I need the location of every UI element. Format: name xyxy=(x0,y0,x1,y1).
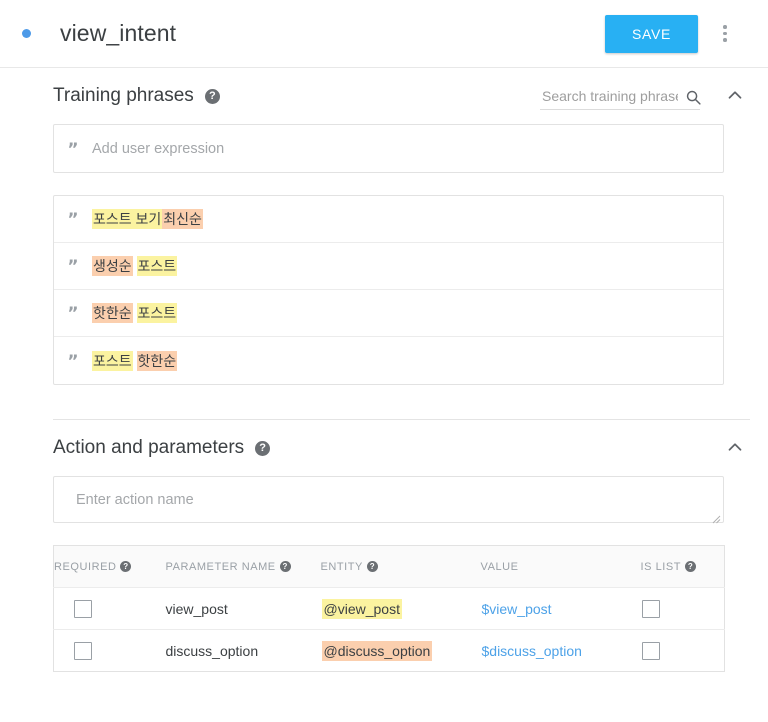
intent-header: view_intent SAVE xyxy=(0,0,768,68)
annotated-entity-token: 핫한순 xyxy=(92,303,133,323)
help-icon[interactable]: ? xyxy=(280,561,291,572)
training-phrase-text: 핫한순 포스트 xyxy=(92,303,177,323)
entity-token: @view_post xyxy=(322,599,402,619)
column-header-required: REQUIRED? xyxy=(54,546,166,588)
more-options-icon[interactable] xyxy=(708,15,742,53)
table-row[interactable]: discuss_option@discuss_option $discuss_op… xyxy=(54,630,725,672)
phrase-token xyxy=(133,305,137,321)
value-cell[interactable]: $discuss_option xyxy=(481,630,641,672)
collapse-action-parameters-icon[interactable] xyxy=(722,434,748,460)
column-header-is-list: IS LIST? xyxy=(641,546,725,588)
training-phrases-header-tools xyxy=(540,82,748,110)
help-icon[interactable]: ? xyxy=(367,561,378,572)
entity-token: @discuss_option xyxy=(322,641,433,661)
annotated-entity-token: 최신순 xyxy=(162,209,203,229)
action-parameters-header: Action and parameters ? xyxy=(0,420,768,476)
is-list-checkbox[interactable] xyxy=(642,600,660,618)
quote-icon: ” xyxy=(54,256,92,276)
help-icon[interactable]: ? xyxy=(255,441,270,456)
quote-icon: ” xyxy=(54,209,92,229)
column-header-entity: ENTITY? xyxy=(321,546,481,588)
column-header-label: ENTITY xyxy=(321,561,363,573)
value-link[interactable]: $view_post xyxy=(482,601,552,617)
quote-icon: ” xyxy=(54,351,92,371)
action-name-box[interactable] xyxy=(53,476,724,523)
table-header-row: REQUIRED?PARAMETER NAME?ENTITY?VALUEIS L… xyxy=(54,546,725,588)
value-cell[interactable]: $view_post xyxy=(481,588,641,630)
annotated-entity-token: 생성순 xyxy=(92,256,133,276)
kebab-dot xyxy=(723,25,727,29)
add-user-expression-row[interactable]: ” Add user expression xyxy=(54,125,723,172)
phrase-token xyxy=(133,353,137,369)
is-list-cell xyxy=(641,588,725,630)
action-parameters-title: Action and parameters xyxy=(53,437,244,459)
required-cell xyxy=(54,588,166,630)
search-icon[interactable] xyxy=(685,89,702,106)
required-checkbox[interactable] xyxy=(74,600,92,618)
parameter-name-cell[interactable]: view_post xyxy=(166,588,321,630)
parameters-table: REQUIRED?PARAMETER NAME?ENTITY?VALUEIS L… xyxy=(53,545,725,672)
quote-icon: ” xyxy=(54,139,92,159)
add-user-expression-box[interactable]: ” Add user expression xyxy=(53,124,724,173)
annotated-entity-token: 핫한순 xyxy=(137,351,178,371)
quote-icon: ” xyxy=(54,303,92,323)
intent-status-dot xyxy=(22,29,31,38)
entity-cell[interactable]: @view_post xyxy=(321,588,481,630)
page-title: view_intent xyxy=(60,20,176,47)
help-icon[interactable]: ? xyxy=(120,561,131,572)
column-header-label: REQUIRED xyxy=(54,561,116,573)
help-icon[interactable]: ? xyxy=(685,561,696,572)
action-name-input[interactable] xyxy=(74,491,658,509)
parameters-table-body: view_post@view_post $view_post discuss_opt… xyxy=(54,588,725,672)
parameters-table-head: REQUIRED?PARAMETER NAME?ENTITY?VALUEIS L… xyxy=(54,546,725,588)
column-header-label: VALUE xyxy=(481,561,519,573)
training-phrase-text: 포스트 보기최신순 xyxy=(92,209,203,229)
help-icon[interactable]: ? xyxy=(205,89,220,104)
training-phrase-row[interactable]: ”생성순 포스트 xyxy=(54,243,723,290)
search-input[interactable] xyxy=(540,87,680,105)
training-phrase-text: 생성순 포스트 xyxy=(92,256,177,276)
action-parameters-section: Action and parameters ? REQUIRED?PARAMET… xyxy=(0,420,768,672)
column-header-label: IS LIST xyxy=(641,561,682,573)
is-list-checkbox[interactable] xyxy=(642,642,660,660)
training-phrase-text: 포스트 핫한순 xyxy=(92,351,177,371)
action-parameters-header-tools xyxy=(722,434,748,462)
annotated-entity-token: 포스트 xyxy=(137,303,178,323)
training-phrase-list: ”포스트 보기최신순”생성순 포스트”핫한순 포스트”포스트 핫한순 xyxy=(53,195,724,385)
collapse-training-phrases-icon[interactable] xyxy=(722,82,748,108)
training-phrases-header: Training phrases ? xyxy=(0,68,768,124)
save-button[interactable]: SAVE xyxy=(605,15,698,53)
training-phrase-row[interactable]: ”포스트 핫한순 xyxy=(54,337,723,384)
training-phrases-section: Training phrases ? ” Add user xyxy=(0,68,768,385)
training-phrase-row[interactable]: ”포스트 보기최신순 xyxy=(54,196,723,243)
resize-handle[interactable] xyxy=(711,511,721,521)
parameter-name-cell[interactable]: discuss_option xyxy=(166,630,321,672)
column-header-label: PARAMETER NAME xyxy=(166,561,276,573)
entity-cell[interactable]: @discuss_option xyxy=(321,630,481,672)
column-header-value: VALUE xyxy=(481,546,641,588)
required-cell xyxy=(54,630,166,672)
training-phrase-row[interactable]: ”핫한순 포스트 xyxy=(54,290,723,337)
training-phrases-title: Training phrases xyxy=(53,85,194,107)
annotated-entity-token: 포스트 xyxy=(92,351,133,371)
annotated-entity-token: 포스트 보기 xyxy=(92,209,162,229)
add-user-expression-placeholder: Add user expression xyxy=(92,141,224,157)
header-actions: SAVE xyxy=(605,15,742,53)
kebab-dot xyxy=(723,32,727,36)
kebab-dot xyxy=(723,38,727,42)
required-checkbox[interactable] xyxy=(74,642,92,660)
phrase-token xyxy=(133,258,137,274)
search-training-phrases[interactable] xyxy=(540,87,700,110)
table-row[interactable]: view_post@view_post $view_post xyxy=(54,588,725,630)
value-link[interactable]: $discuss_option xyxy=(482,643,582,659)
column-header-parameter-name: PARAMETER NAME? xyxy=(166,546,321,588)
is-list-cell xyxy=(641,630,725,672)
annotated-entity-token: 포스트 xyxy=(137,256,178,276)
